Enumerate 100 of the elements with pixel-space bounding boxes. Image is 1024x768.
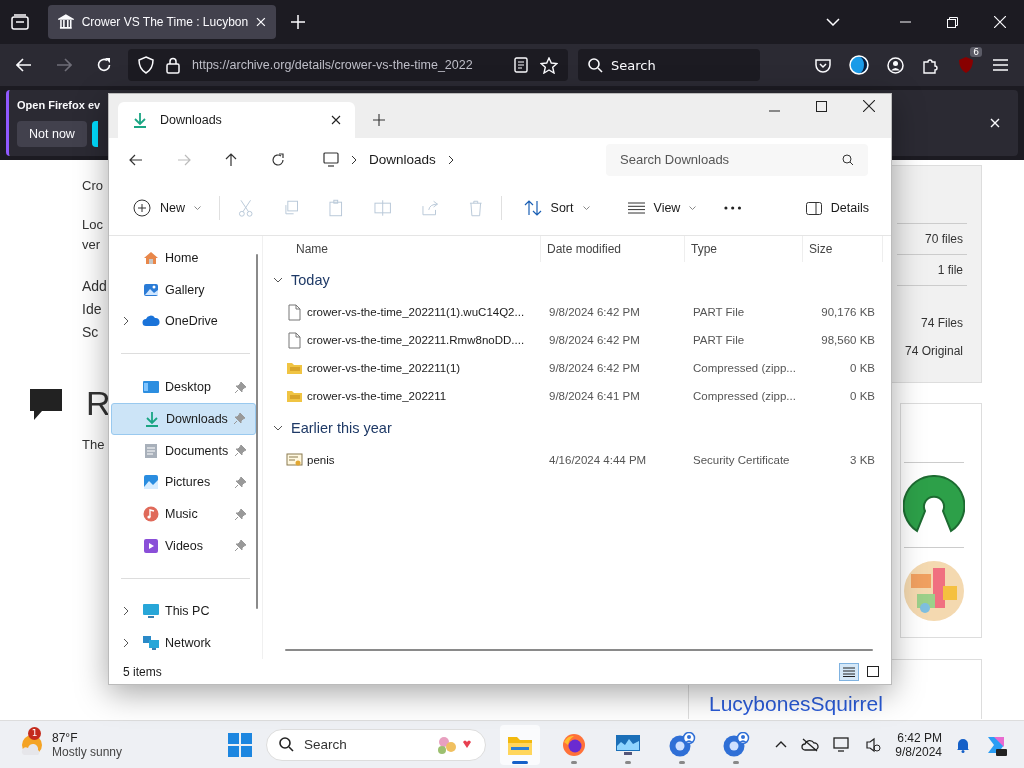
- file-count: 70 files: [924, 231, 963, 248]
- browser-profile-icon[interactable]: [668, 731, 696, 758]
- column-header[interactable]: Type: [685, 236, 803, 262]
- account-icon[interactable]: [887, 56, 904, 74]
- clock-time[interactable]: 6:42 PM: [897, 730, 942, 745]
- museum-icon: [58, 14, 74, 30]
- more-options-icon[interactable]: [724, 206, 742, 210]
- pin-icon[interactable]: [235, 476, 246, 488]
- chevron-right-icon: [351, 154, 357, 165]
- date-cell-text: 9/8/2024 6:42 PM: [548, 306, 641, 318]
- pocket-icon[interactable]: [815, 57, 831, 73]
- not-now-button[interactable]: Not now: [17, 121, 87, 147]
- shield-icon[interactable]: [138, 56, 154, 74]
- chevron-down-icon[interactable]: [826, 18, 840, 26]
- network-status-icon[interactable]: [833, 736, 852, 753]
- forward-icon[interactable]: [56, 58, 72, 72]
- close-icon[interactable]: [331, 115, 341, 125]
- pin-icon[interactable]: [235, 381, 246, 393]
- file-name[interactable]: crower-vs-the-time_202211.Rmw8noDD....: [307, 334, 525, 346]
- lock-icon[interactable]: [166, 56, 180, 74]
- taskbar-app[interactable]: [500, 724, 540, 765]
- restore-icon[interactable]: [947, 16, 958, 28]
- file-name[interactable]: penis: [307, 454, 335, 466]
- metadata-text: Sc: [82, 323, 100, 342]
- details-view-button[interactable]: [839, 662, 859, 681]
- dark-mode-icon[interactable]: [849, 55, 869, 75]
- pin-icon[interactable]: [235, 445, 246, 457]
- video-icon: [143, 537, 159, 554]
- puzzle-icon[interactable]: [922, 56, 939, 74]
- tab-list-icon[interactable]: [11, 14, 29, 30]
- date-cell-text: 9/8/2024 6:42 PM: [548, 362, 641, 374]
- cloud-offline-icon[interactable]: [801, 737, 820, 752]
- sidebar-item[interactable]: Gallery: [111, 273, 256, 306]
- sidebar-item[interactable]: Network: [111, 627, 256, 660]
- file-name[interactable]: crower-vs-the-time_202211(1).wuC14Q2...: [307, 306, 525, 318]
- up-arrow-icon[interactable]: [225, 152, 237, 167]
- group-header[interactable]: Earlier this year: [271, 410, 891, 446]
- tab-title: Crower VS The Time : Lucybon: [81, 15, 249, 29]
- notification-badge: 1: [28, 726, 41, 740]
- explorer-tab[interactable]: Downloads: [118, 102, 355, 138]
- sidebar-item[interactable]: Videos: [111, 529, 256, 562]
- pin-icon[interactable]: [235, 540, 246, 552]
- view-button[interactable]: View: [623, 197, 701, 219]
- file-icon: [287, 303, 301, 321]
- reload-icon[interactable]: [96, 57, 112, 73]
- file-name[interactable]: crower-vs-the-time_202211(1): [307, 362, 461, 374]
- new-tab-icon[interactable]: [373, 114, 385, 126]
- caret-icon: [194, 206, 201, 210]
- windows-start-icon[interactable]: [228, 732, 252, 757]
- maximize-icon[interactable]: [816, 101, 827, 112]
- monitor-app-icon[interactable]: [615, 733, 641, 756]
- browser-tab[interactable]: Crower VS The Time : Lucybon: [48, 5, 276, 39]
- reader-view-icon[interactable]: [514, 57, 528, 73]
- back-icon[interactable]: [129, 153, 143, 166]
- network-icon: [142, 635, 160, 652]
- uploader-link[interactable]: LucybonesSquirrel: [709, 692, 883, 715]
- sidebar-item[interactable]: Home: [111, 242, 256, 274]
- zipped-folder-icon: [285, 361, 303, 375]
- sidebar-item[interactable]: Downloads: [111, 402, 256, 435]
- sidebar-item[interactable]: Pictures: [111, 466, 256, 499]
- sidebar-item[interactable]: Desktop: [111, 371, 256, 403]
- bell-icon[interactable]: [956, 736, 970, 753]
- download-icon: [132, 112, 148, 128]
- address-bar[interactable]: https://archive.org/details/crower-vs-the-time_2022: [128, 49, 568, 81]
- metadata-text: Ide: [82, 300, 103, 319]
- column-header[interactable]: Size: [803, 236, 883, 262]
- search-field[interactable]: Search Downloads: [606, 143, 868, 176]
- star-icon[interactable]: [540, 56, 558, 74]
- browser-profile-icon[interactable]: [722, 731, 750, 758]
- sidebar-item[interactable]: Documents: [111, 434, 256, 467]
- browser-icon[interactable]: [562, 732, 586, 757]
- new-button[interactable]: New: [129, 195, 205, 221]
- column-header[interactable]: Name: [271, 236, 541, 262]
- chevron-right-icon[interactable]: [123, 316, 129, 327]
- body-text: The: [82, 436, 106, 454]
- search-field[interactable]: Search: [578, 49, 760, 81]
- taskbar-search-field[interactable]: Search: [266, 728, 486, 761]
- menu-icon[interactable]: [993, 59, 1008, 71]
- plus-circle-icon: [133, 199, 151, 217]
- group-header[interactable]: Today: [271, 262, 891, 298]
- column-header[interactable]: Date modified: [541, 236, 685, 262]
- muted-speaker-icon[interactable]: [865, 736, 882, 753]
- refresh-icon[interactable]: [271, 152, 285, 167]
- pin-icon[interactable]: [235, 508, 246, 520]
- chevron-right-icon[interactable]: [123, 638, 129, 649]
- chevron-right-icon[interactable]: [123, 606, 129, 617]
- sidebar-item[interactable]: Music: [111, 498, 256, 530]
- details-button[interactable]: Details: [801, 197, 873, 219]
- house-icon: [143, 249, 159, 266]
- primary-button[interactable]: [91, 121, 98, 147]
- size-cell-text: 90,176 KB: [820, 306, 876, 318]
- clock-date[interactable]: 9/8/2024: [895, 744, 942, 759]
- sidebar-item[interactable]: This PC: [111, 595, 256, 628]
- chevron-up-icon[interactable]: [775, 741, 788, 748]
- file-name[interactable]: crower-vs-the-time_202211: [307, 390, 447, 402]
- close-icon[interactable]: [863, 100, 875, 112]
- sort-button[interactable]: Sort: [519, 196, 594, 220]
- sidebar-item[interactable]: OneDrive: [111, 305, 256, 338]
- music-icon: [143, 506, 159, 522]
- size-cell-text: 0 KB: [849, 390, 876, 402]
